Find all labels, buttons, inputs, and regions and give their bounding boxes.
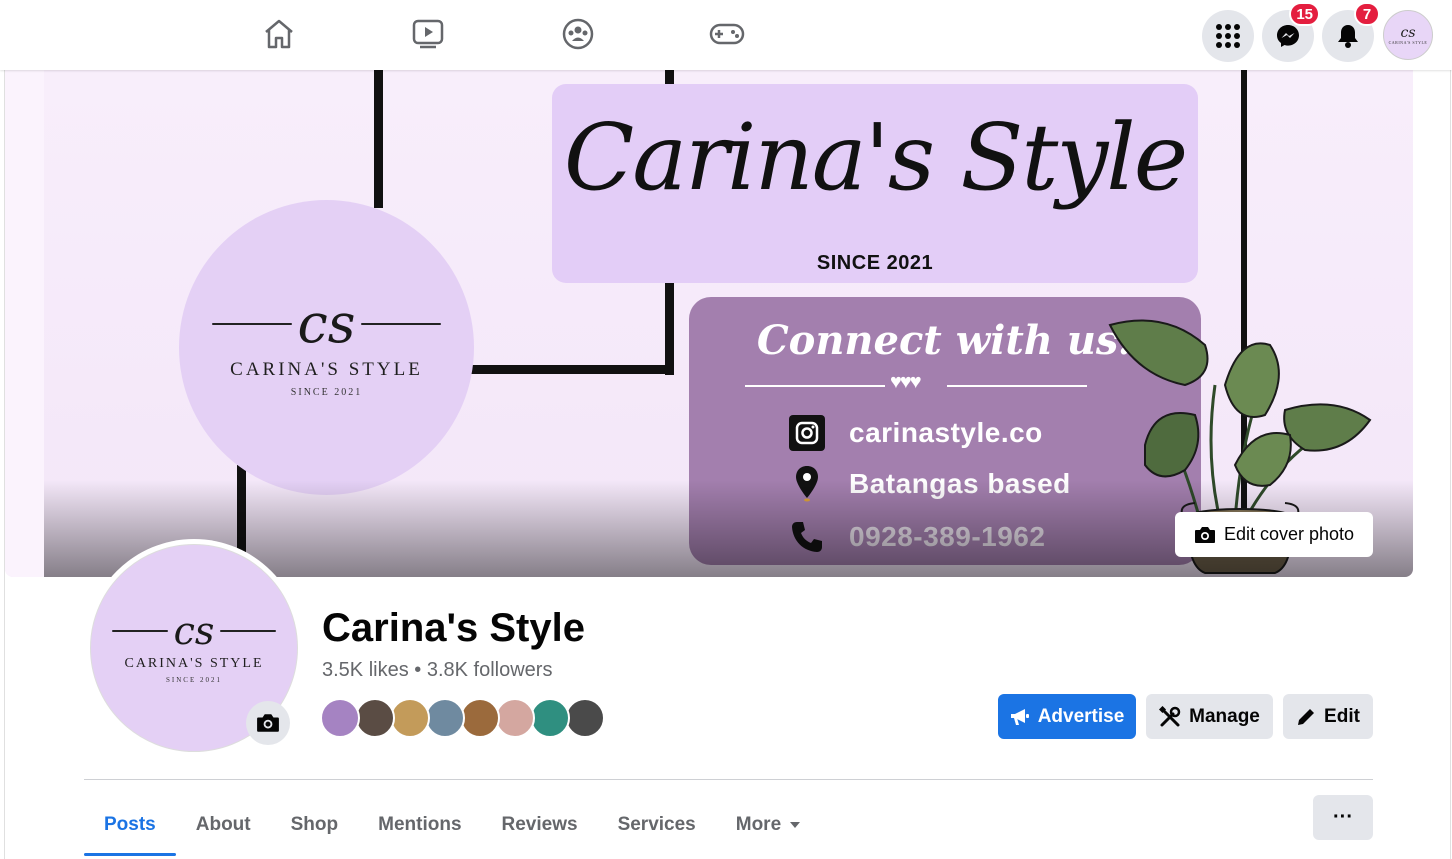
logo-monogram: cs [297, 292, 356, 355]
profile-monogram-row: cs [111, 609, 277, 653]
messenger-badge: 15 [1289, 2, 1320, 26]
account-avatar[interactable]: cs CARINA'S STYLE [1383, 10, 1433, 60]
pencil-icon [1298, 708, 1315, 725]
follower-avatar[interactable] [320, 698, 360, 738]
follower-avatar[interactable] [565, 698, 605, 738]
caret-down-icon [790, 822, 801, 828]
logo-swash [361, 323, 442, 325]
tab-shop[interactable]: Shop [271, 796, 359, 854]
camera-icon [1194, 526, 1215, 543]
follower-avatar[interactable] [390, 698, 430, 738]
megaphone-icon [1010, 708, 1029, 725]
groups-icon[interactable] [558, 14, 598, 54]
notifications-button[interactable]: 7 [1322, 2, 1380, 62]
camera-icon [257, 714, 279, 732]
page-tabs: Posts About Shop Mentions Reviews Servic… [84, 796, 821, 856]
follower-avatar[interactable] [355, 698, 395, 738]
logo-monogram-row: cs [211, 292, 442, 355]
tab-mentions[interactable]: Mentions [358, 796, 481, 854]
edit-cover-photo-button[interactable]: Edit cover photo [1175, 512, 1373, 557]
cover-circle-logo: cs CARINA'S STYLE SINCE 2021 [179, 200, 474, 495]
logo-brand-name: CARINA'S STYLE [230, 359, 423, 380]
follower-avatar[interactable] [460, 698, 500, 738]
contact-row-instagram: carinastyle.co [787, 413, 1043, 453]
follower-avatars[interactable] [320, 698, 620, 740]
bell-icon [1338, 25, 1358, 48]
page-stats[interactable]: 3.5K likes • 3.8K followers [322, 659, 552, 682]
frame-line [374, 70, 383, 208]
tab-posts[interactable]: Posts [84, 796, 176, 856]
page-edge-right [1450, 70, 1451, 859]
instagram-icon [787, 413, 827, 453]
logo-swash [211, 323, 292, 325]
update-profile-picture-button[interactable] [246, 701, 290, 745]
tab-more[interactable]: More [716, 796, 821, 854]
profile-brand-name: CARINA'S STYLE [124, 656, 264, 671]
logo-swash [220, 630, 277, 632]
logo-since: SINCE 2021 [290, 387, 363, 398]
advertise-label: Advertise [1037, 705, 1125, 727]
cover-since: SINCE 2021 [816, 252, 934, 274]
cover-title-box: Carina's Style SINCE 2021 [552, 84, 1198, 283]
tabs-divider [84, 779, 1373, 780]
watch-icon[interactable] [408, 14, 448, 54]
more-options-button[interactable]: ··· [1313, 795, 1373, 840]
profile-since: SINCE 2021 [166, 676, 222, 684]
messenger-icon [1277, 25, 1299, 47]
tab-services[interactable]: Services [598, 796, 716, 854]
home-icon[interactable] [259, 14, 299, 54]
notifications-badge: 7 [1354, 2, 1380, 26]
cover-script-title: Carina's Style [563, 104, 1188, 211]
hearts-divider: ♥♥♥ [745, 371, 1087, 395]
profile-monogram: cs [173, 609, 215, 653]
messenger-button[interactable]: 15 [1262, 2, 1320, 62]
cover-photo: cs CARINA'S STYLE SINCE 2021 Carina's St… [5, 70, 1413, 577]
edit-label: Edit [1324, 705, 1360, 727]
tab-reviews[interactable]: Reviews [482, 796, 598, 854]
tab-more-label: More [735, 814, 782, 835]
hearts: ♥♥♥ [890, 371, 922, 393]
grid-menu-icon[interactable] [1202, 10, 1254, 62]
frame-line [470, 365, 674, 374]
edit-cover-label: Edit cover photo [1223, 524, 1355, 544]
top-navigation-bar: 15 7 cs CARINA'S STYLE [0, 0, 1452, 70]
tab-about[interactable]: About [176, 796, 271, 854]
edit-button[interactable]: Edit [1283, 694, 1373, 739]
avatar-name: CARINA'S STYLE [1388, 39, 1428, 45]
contact-instagram: carinastyle.co [849, 417, 1043, 448]
advertise-button[interactable]: Advertise [998, 694, 1136, 739]
manage-label: Manage [1189, 705, 1260, 727]
manage-button[interactable]: Manage [1146, 694, 1273, 739]
follower-avatar[interactable] [530, 698, 570, 738]
cover-left-strip [5, 70, 44, 577]
tools-icon [1159, 705, 1181, 726]
avatar-mono: cs [1400, 24, 1416, 41]
page-title: Carina's Style [322, 606, 585, 650]
follower-avatar[interactable] [495, 698, 535, 738]
follower-avatar[interactable] [425, 698, 465, 738]
logo-swash [111, 630, 168, 632]
gaming-icon[interactable] [707, 14, 747, 54]
